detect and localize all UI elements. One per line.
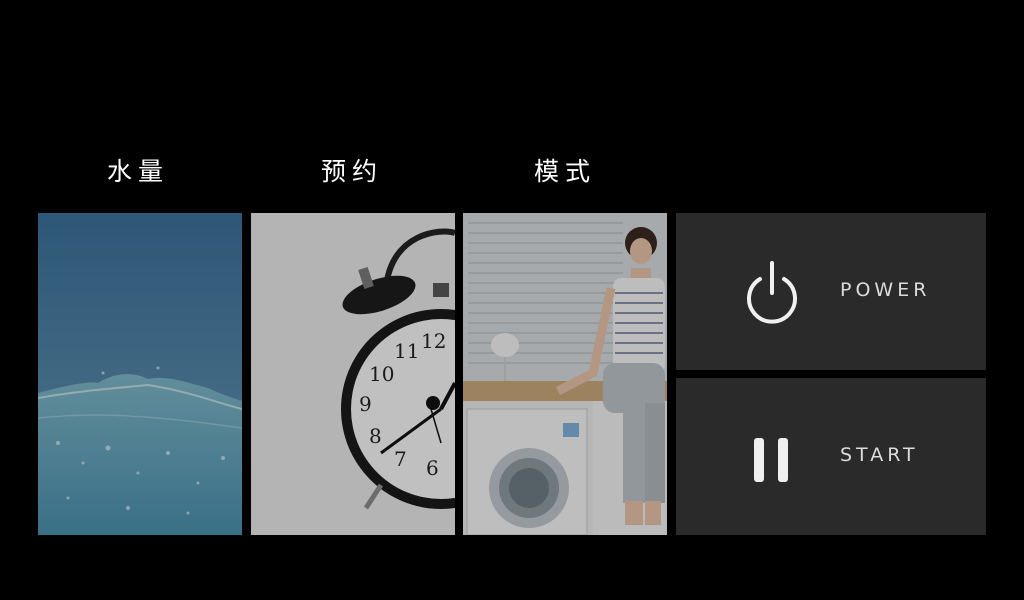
power-icon (747, 261, 797, 324)
power-label: POWER (840, 279, 931, 301)
start-label: START (840, 444, 919, 466)
water-level-label: 水量 (106, 157, 169, 186)
mode-tile[interactable] (463, 213, 667, 535)
pause-icon (754, 438, 788, 482)
schedule-tile[interactable]: 12 11 10 9 8 7 6 (251, 213, 455, 535)
schedule-label: 预约 (320, 157, 383, 186)
mode-label: 模式 (533, 157, 596, 186)
water-wave-image (38, 213, 242, 535)
water-level-tile[interactable] (38, 213, 242, 535)
start-button[interactable]: START (676, 378, 986, 535)
alarm-clock-image: 12 11 10 9 8 7 6 (251, 213, 455, 535)
power-button[interactable]: POWER (676, 213, 986, 370)
washing-machine-image (463, 213, 667, 535)
